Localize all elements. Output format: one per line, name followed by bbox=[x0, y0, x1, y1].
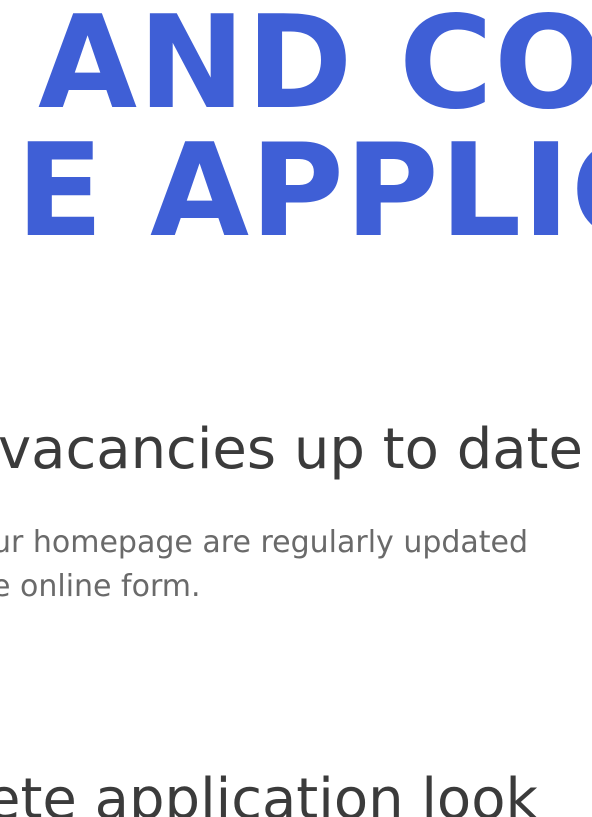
section-body-line-1: ur homepage are regularly updated bbox=[0, 525, 529, 560]
section-body-line-2: e online form. bbox=[0, 569, 201, 604]
page: AND COM E APPLIC vacancies up to date ur… bbox=[0, 0, 592, 817]
hero-heading-line-1: AND COM bbox=[38, 0, 592, 138]
section-heading-vacancies: vacancies up to date bbox=[0, 417, 583, 482]
section-heading-application: ete application look bbox=[0, 767, 538, 817]
hero-heading-line-2: E APPLIC bbox=[16, 117, 592, 266]
